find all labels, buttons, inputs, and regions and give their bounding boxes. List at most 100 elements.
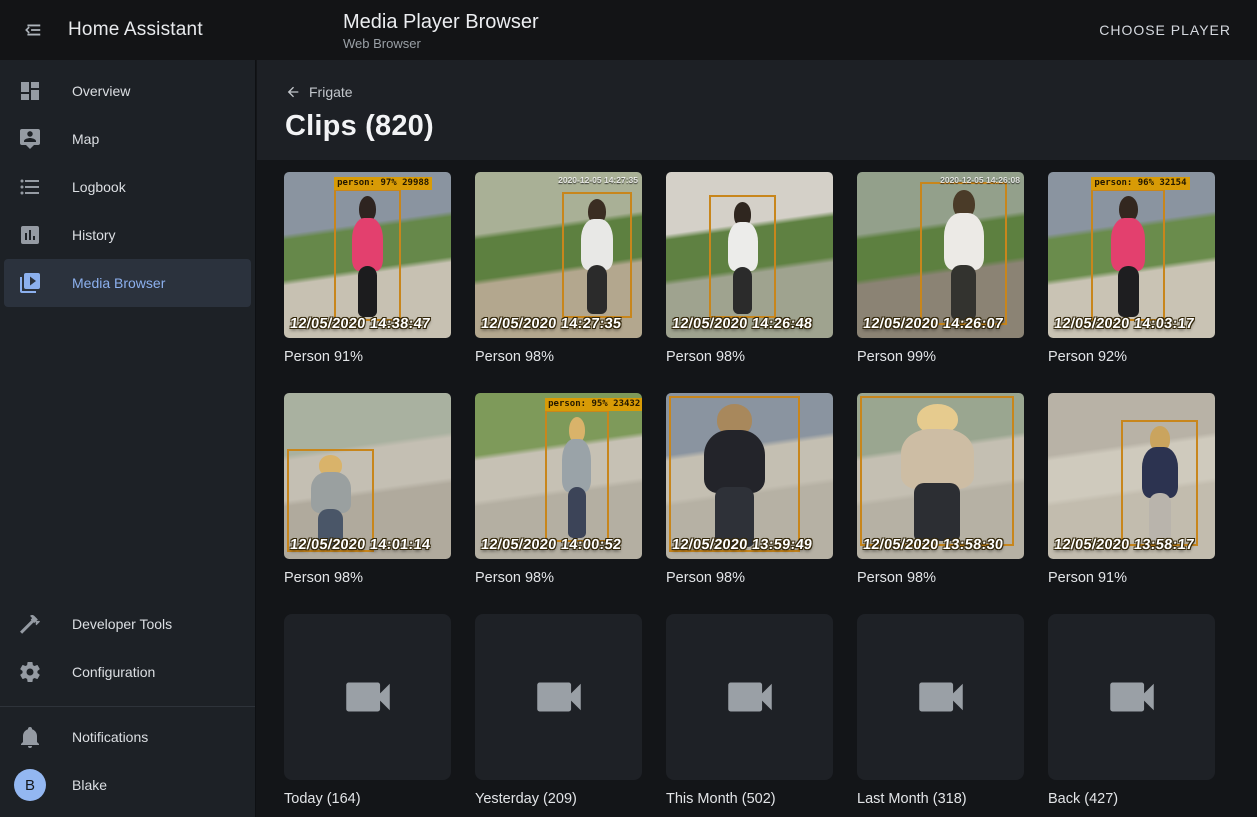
backburger-icon xyxy=(21,19,43,41)
sidebar-item-label: Overview xyxy=(72,83,130,99)
person-figure xyxy=(719,202,767,314)
clip-thumbnail[interactable]: person: 95% 23432 12/05/2020 14:00:52 xyxy=(475,393,642,559)
clip-card[interactable]: 12/05/2020 13:58:30 Person 98% xyxy=(857,393,1024,589)
sidebar-item-developer-tools[interactable]: Developer Tools xyxy=(4,600,251,648)
figure-legs xyxy=(733,267,752,314)
sidebar-divider xyxy=(0,706,255,707)
account-location-icon xyxy=(18,127,42,151)
clip-thumbnail[interactable]: 12/05/2020 13:58:17 xyxy=(1048,393,1215,559)
folder-thumbnail[interactable] xyxy=(857,614,1024,780)
topbar-title-section: Media Player Browser Web Browser xyxy=(256,10,1091,51)
clip-timestamp: 12/05/2020 13:58:30 xyxy=(862,537,1004,553)
clip-timestamp: 12/05/2020 14:26:48 xyxy=(671,316,813,332)
detection-bbox: person: 97% 29988 xyxy=(334,189,401,322)
media-grid: person: 97% 29988 12/05/2020 14:38:47 Pe… xyxy=(257,160,1257,810)
clip-thumbnail[interactable]: 2020-12-05 14:26:08 12/05/2020 14:26:07 xyxy=(857,172,1024,338)
clip-timestamp: 12/05/2020 14:38:47 xyxy=(289,316,431,332)
figure-legs xyxy=(914,483,959,540)
figure-torso xyxy=(901,429,974,489)
sidebar-toggle-button[interactable] xyxy=(16,14,48,46)
figure-torso xyxy=(581,219,613,270)
clip-thumbnail[interactable]: 12/05/2020 14:26:48 xyxy=(666,172,833,338)
sidebar-item-overview[interactable]: Overview xyxy=(4,67,251,115)
sidebar-item-notifications[interactable]: Notifications xyxy=(4,713,251,761)
clip-card[interactable]: person: 95% 23432 12/05/2020 14:00:52 Pe… xyxy=(475,393,642,589)
content-title: Clips (820) xyxy=(285,110,1229,143)
sidebar-item-configuration[interactable]: Configuration xyxy=(4,648,251,696)
view-dashboard-icon xyxy=(18,79,42,103)
folder-thumbnail[interactable] xyxy=(475,614,642,780)
sidebar-item-map[interactable]: Map xyxy=(4,115,251,163)
user-name: Blake xyxy=(72,777,107,793)
clip-caption: Person 91% xyxy=(284,349,451,368)
detection-bbox xyxy=(562,192,632,318)
sidebar-item-media-browser[interactable]: Media Browser xyxy=(4,259,251,307)
figure-torso xyxy=(1142,447,1177,498)
person-figure xyxy=(554,417,599,538)
person-figure xyxy=(299,455,362,548)
folder-thumbnail[interactable] xyxy=(1048,614,1215,780)
folder-caption: Yesterday (209) xyxy=(475,791,642,810)
folder-card-today[interactable]: Today (164) xyxy=(284,614,451,810)
sidebar-item-label: Configuration xyxy=(72,664,155,680)
clip-card[interactable]: person: 96% 32154 12/05/2020 14:03:17 Pe… xyxy=(1048,172,1215,368)
figure-torso xyxy=(728,222,759,271)
folder-card-this-month[interactable]: This Month (502) xyxy=(666,614,833,810)
sidebar-footer-list: Developer Tools Configuration xyxy=(0,600,255,696)
person-figure xyxy=(686,404,782,547)
choose-player-button[interactable]: CHOOSE PLAYER xyxy=(1091,14,1239,46)
clip-card[interactable]: 12/05/2020 13:58:17 Person 91% xyxy=(1048,393,1215,589)
figure-torso xyxy=(311,472,351,513)
clip-thumbnail[interactable]: 12/05/2020 13:58:30 xyxy=(857,393,1024,559)
clip-card[interactable]: person: 97% 29988 12/05/2020 14:38:47 Pe… xyxy=(284,172,451,368)
sidebar-item-label: Media Browser xyxy=(72,275,165,291)
clip-card[interactable]: 12/05/2020 14:26:48 Person 98% xyxy=(666,172,833,368)
figure-legs xyxy=(1118,266,1139,317)
clip-card[interactable]: 12/05/2020 14:01:14 Person 98% xyxy=(284,393,451,589)
sidebar-item-label: History xyxy=(72,227,116,243)
figure-torso xyxy=(944,213,984,270)
folder-card-last-month[interactable]: Last Month (318) xyxy=(857,614,1024,810)
figure-torso xyxy=(1111,218,1145,271)
folder-thumbnail[interactable] xyxy=(284,614,451,780)
detection-bbox: person: 96% 32154 xyxy=(1091,189,1164,322)
sidebar-item-history[interactable]: History xyxy=(4,211,251,259)
clip-thumbnail[interactable]: person: 97% 29988 12/05/2020 14:38:47 xyxy=(284,172,451,338)
folder-caption: This Month (502) xyxy=(666,791,833,810)
person-figure xyxy=(572,199,622,314)
detection-label: person: 97% 29988 xyxy=(334,177,432,190)
clip-caption: Person 98% xyxy=(284,570,451,589)
clip-thumbnail[interactable]: 12/05/2020 13:59:49 xyxy=(666,393,833,559)
breadcrumb-back-frigate[interactable]: Frigate xyxy=(285,84,353,100)
clip-timestamp: 12/05/2020 13:58:17 xyxy=(1053,537,1195,553)
folder-card-back[interactable]: Back (427) xyxy=(1048,614,1215,810)
clip-thumbnail[interactable]: person: 96% 32154 12/05/2020 14:03:17 xyxy=(1048,172,1215,338)
figure-legs xyxy=(587,265,607,313)
person-figure xyxy=(1102,196,1155,317)
folder-card-yesterday[interactable]: Yesterday (209) xyxy=(475,614,642,810)
app-title: Home Assistant xyxy=(68,19,203,41)
figure-torso xyxy=(562,439,591,492)
clip-card[interactable]: 2020-12-05 14:26:08 12/05/2020 14:26:07 … xyxy=(857,172,1024,368)
clip-card[interactable]: 2020-12-05 14:27:35 12/05/2020 14:27:35 … xyxy=(475,172,642,368)
chart-box-icon xyxy=(18,223,42,247)
clip-thumbnail[interactable]: 12/05/2020 14:01:14 xyxy=(284,393,451,559)
sidebar-item-user[interactable]: B Blake xyxy=(4,761,251,809)
topbar-sidebar-section: Home Assistant xyxy=(0,14,256,46)
page-subtitle: Web Browser xyxy=(343,36,1091,51)
clip-card[interactable]: 12/05/2020 13:59:49 Person 98% xyxy=(666,393,833,589)
clip-caption: Person 98% xyxy=(475,570,642,589)
breadcrumb-label: Frigate xyxy=(309,84,353,100)
sidebar-item-logbook[interactable]: Logbook xyxy=(4,163,251,211)
media-browser-content: Frigate Clips (820) person: 97% 29988 12… xyxy=(257,60,1257,817)
figure-legs xyxy=(358,266,377,317)
clip-caption: Person 98% xyxy=(475,349,642,368)
clip-timestamp: 12/05/2020 14:00:52 xyxy=(480,537,622,553)
folder-thumbnail[interactable] xyxy=(666,614,833,780)
person-figure xyxy=(932,190,995,320)
detection-bbox xyxy=(860,396,1014,545)
format-list-bulleted-icon xyxy=(18,175,42,199)
play-box-multiple-icon xyxy=(18,271,42,295)
detection-bbox xyxy=(920,182,1007,325)
clip-thumbnail[interactable]: 2020-12-05 14:27:35 12/05/2020 14:27:35 xyxy=(475,172,642,338)
